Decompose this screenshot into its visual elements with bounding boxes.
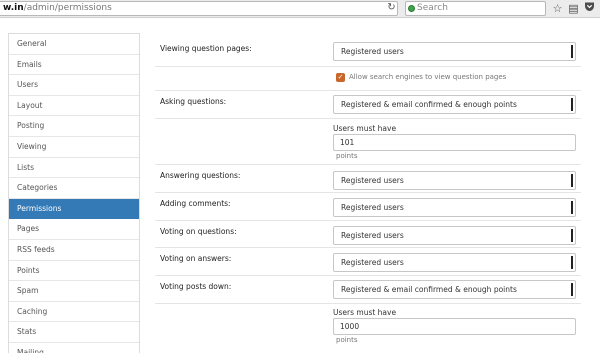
- reload-icon[interactable]: ↻: [386, 2, 397, 13]
- dropdown-caret-icon: [570, 174, 573, 187]
- setting-row-voting-on-answers: Voting on answers: Registered users: [155, 247, 581, 275]
- sidebar-item-general[interactable]: General: [9, 34, 139, 55]
- reading-list-icon[interactable]: ▤: [567, 1, 580, 16]
- sidebar-item-layout[interactable]: Layout: [9, 96, 139, 117]
- voting-down-min-points-input[interactable]: 1000: [333, 318, 576, 335]
- bookmark-star-icon[interactable]: ☆: [551, 1, 564, 16]
- voting-posts-down-select[interactable]: Registered & email confirmed & enough po…: [333, 280, 576, 299]
- answering-questions-value: Registered users: [341, 176, 404, 185]
- sidebar-item-emails[interactable]: Emails: [9, 55, 139, 76]
- adding-comments-label: Adding comments:: [160, 199, 231, 208]
- sidebar-item-permissions[interactable]: Permissions: [9, 198, 139, 220]
- voting-on-answers-label: Voting on answers:: [160, 254, 232, 263]
- setting-row-asking-questions: Asking questions: Registered & email con…: [155, 90, 581, 118]
- voting-down-points-units: points: [336, 336, 358, 344]
- setting-row-answering-questions: Answering questions: Registered users: [155, 164, 581, 192]
- setting-row-viewing-question-pages: Viewing question pages: Registered users: [155, 38, 581, 66]
- browser-toolbar: w.in/admin/permissions ↻ Search ☆ ▤: [0, 0, 600, 18]
- url-host: w.in: [3, 3, 24, 13]
- voting-on-questions-select[interactable]: Registered users: [333, 226, 576, 245]
- dropdown-caret-icon: [570, 98, 573, 111]
- voting-on-answers-select[interactable]: Registered users: [333, 253, 576, 272]
- sidebar-item-stats[interactable]: Stats: [9, 322, 139, 343]
- adding-comments-value: Registered users: [341, 203, 404, 212]
- sidebar-item-mailing[interactable]: Mailing: [9, 343, 139, 353]
- dropdown-caret-icon: [570, 201, 573, 214]
- search-input[interactable]: Search: [405, 1, 546, 16]
- pocket-icon[interactable]: [583, 1, 596, 16]
- asking-min-points-label: Users must have: [333, 124, 397, 133]
- setting-row-adding-comments: Adding comments: Registered users: [155, 192, 581, 220]
- dropdown-caret-icon: [570, 283, 573, 296]
- viewing-question-pages-select[interactable]: Registered users: [333, 42, 576, 61]
- setting-row-voting-posts-down-points: Users must have 1000 points: [155, 303, 581, 353]
- url-path: /admin/permissions: [23, 3, 112, 13]
- voting-on-answers-value: Registered users: [341, 258, 404, 267]
- settings-sidebar: General Emails Users Layout Posting View…: [8, 33, 140, 353]
- viewing-question-pages-value: Registered users: [341, 47, 404, 56]
- dropdown-caret-icon: [570, 229, 573, 242]
- voting-posts-down-label: Voting posts down:: [160, 282, 232, 291]
- viewing-question-pages-label: Viewing question pages:: [160, 44, 252, 53]
- adding-comments-select[interactable]: Registered users: [333, 198, 576, 217]
- asking-questions-label: Asking questions:: [160, 97, 227, 106]
- allow-search-engines-checkbox[interactable]: ✓: [336, 73, 345, 82]
- setting-row-voting-posts-down: Voting posts down: Registered & email co…: [155, 275, 581, 303]
- voting-on-questions-label: Voting on questions:: [160, 227, 237, 236]
- search-placeholder: Search: [417, 3, 448, 13]
- dropdown-caret-icon: [570, 256, 573, 269]
- sidebar-item-rss-feeds[interactable]: RSS feeds: [9, 240, 139, 261]
- dropdown-caret-icon: [570, 45, 573, 58]
- sidebar-item-spam[interactable]: Spam: [9, 281, 139, 302]
- sidebar-item-points[interactable]: Points: [9, 261, 139, 282]
- answering-questions-label: Answering questions:: [160, 171, 241, 180]
- sidebar-item-categories[interactable]: Categories: [9, 178, 139, 199]
- sidebar-item-pages[interactable]: Pages: [9, 219, 139, 240]
- search-engine-icon[interactable]: [408, 5, 415, 12]
- url-bar[interactable]: w.in/admin/permissions: [0, 1, 398, 16]
- sidebar-item-caching[interactable]: Caching: [9, 302, 139, 323]
- setting-row-voting-on-questions: Voting on questions: Registered users: [155, 220, 581, 247]
- setting-row-allow-search-engines: ✓ Allow search engines to view question …: [155, 66, 581, 90]
- asking-min-points-input[interactable]: 101: [333, 134, 576, 151]
- answering-questions-select[interactable]: Registered users: [333, 171, 576, 190]
- asking-points-units: points: [336, 152, 358, 160]
- voting-on-questions-value: Registered users: [341, 231, 404, 240]
- allow-search-engines-label: Allow search engines to view question pa…: [349, 73, 507, 81]
- setting-row-asking-questions-points: Users must have 101 points: [155, 118, 581, 164]
- voting-down-min-points-label: Users must have: [333, 308, 397, 317]
- asking-questions-select[interactable]: Registered & email confirmed & enough po…: [333, 95, 576, 114]
- asking-questions-value: Registered & email confirmed & enough po…: [341, 100, 517, 109]
- sidebar-item-viewing[interactable]: Viewing: [9, 137, 139, 158]
- sidebar-item-posting[interactable]: Posting: [9, 116, 139, 137]
- voting-posts-down-value: Registered & email confirmed & enough po…: [341, 285, 517, 294]
- sidebar-item-users[interactable]: Users: [9, 75, 139, 96]
- sidebar-item-lists[interactable]: Lists: [9, 158, 139, 179]
